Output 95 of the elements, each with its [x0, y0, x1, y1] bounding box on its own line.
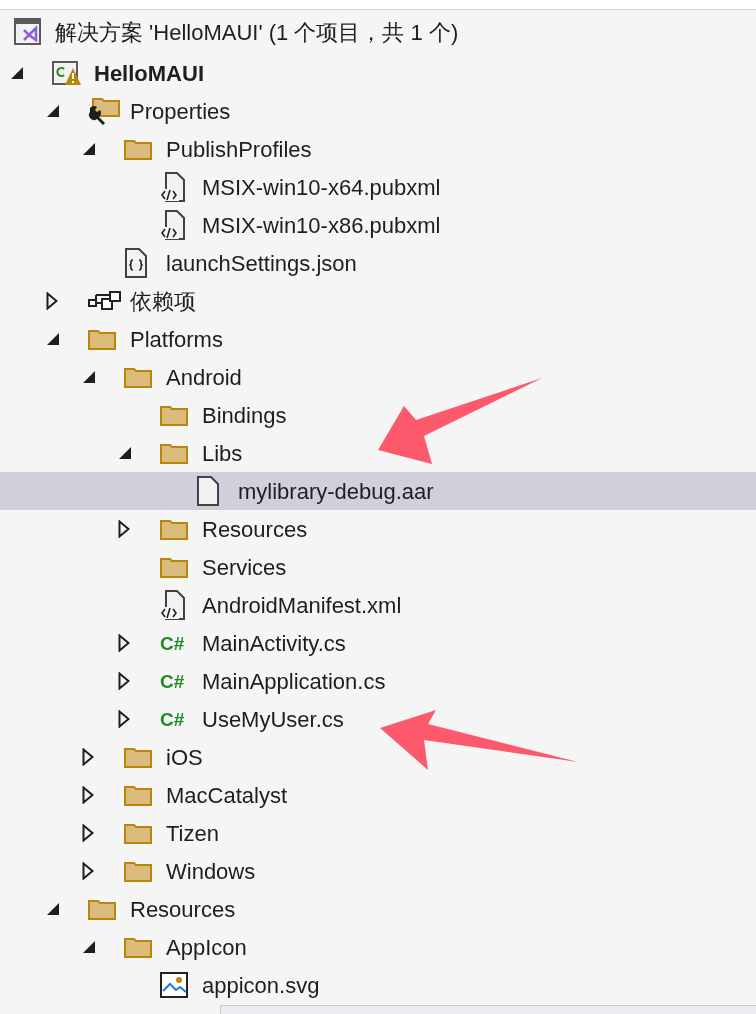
tree-row[interactable]: Services — [0, 548, 756, 586]
folder-icon — [88, 898, 116, 920]
tree-label: Libs — [202, 439, 243, 468]
tree-label: launchSettings.json — [166, 249, 357, 278]
tree-row[interactable]: C# MainActivity.cs — [0, 624, 756, 662]
expanded-caret-icon[interactable] — [82, 142, 96, 156]
tree-label: Windows — [166, 857, 256, 886]
folder-icon — [160, 404, 188, 426]
solution-row[interactable]: 解决方案 'HelloMAUI' (1 个项目，共 1 个) — [0, 10, 756, 54]
csharp-icon: C# — [160, 633, 185, 653]
json-file-icon — [124, 248, 148, 278]
solution-icon — [14, 18, 42, 46]
expanded-caret-icon[interactable] — [46, 104, 60, 118]
tree-row[interactable]: AppIcon — [0, 928, 756, 966]
tree-row[interactable]: Resources — [0, 510, 756, 548]
collapsed-caret-icon[interactable] — [118, 634, 130, 652]
expanded-caret-icon[interactable] — [82, 370, 96, 384]
tree-row[interactable]: HelloMAUI — [0, 54, 756, 92]
tree-label: MSIX-win10-x86.pubxml — [202, 211, 441, 240]
expanded-caret-icon[interactable] — [46, 902, 60, 916]
folder-icon — [124, 746, 152, 768]
folder-wrench-icon — [88, 97, 120, 125]
tree-label: Bindings — [202, 401, 287, 430]
tree-label: UseMyUser.cs — [202, 705, 344, 734]
expanded-caret-icon[interactable] — [46, 332, 60, 346]
tree-row[interactable]: 依赖项 — [0, 282, 756, 320]
code-file-icon — [160, 172, 186, 202]
tree-label: Resources — [202, 515, 308, 544]
folder-icon — [124, 784, 152, 806]
solution-label: 解决方案 'HelloMAUI' (1 个项目，共 1 个) — [55, 18, 459, 47]
tree-row[interactable]: PublishProfiles — [0, 130, 756, 168]
collapsed-caret-icon[interactable] — [46, 292, 58, 310]
tree-row[interactable]: Platforms — [0, 320, 756, 358]
collapsed-caret-icon[interactable] — [82, 862, 94, 880]
tree-row[interactable]: Android — [0, 358, 756, 396]
folder-icon — [160, 518, 188, 540]
tree-label: MacCatalyst — [166, 781, 288, 810]
tree-label: AppIcon — [166, 933, 247, 962]
tree-label: MainApplication.cs — [202, 667, 386, 696]
folder-icon — [124, 860, 152, 882]
tree-row[interactable]: MacCatalyst — [0, 776, 756, 814]
folder-icon — [160, 556, 188, 578]
tree-label: 依赖项 — [130, 287, 196, 316]
tree-row[interactable]: appicon.svg — [0, 966, 756, 1004]
tree-row[interactable]: Resources — [0, 890, 756, 928]
image-file-icon — [160, 972, 188, 998]
collapsed-caret-icon[interactable] — [118, 520, 130, 538]
tree-label: AndroidManifest.xml — [202, 591, 402, 620]
collapsed-caret-icon[interactable] — [82, 748, 94, 766]
tree-row[interactable]: Libs — [0, 434, 756, 472]
project-warning-icon — [52, 59, 82, 87]
collapsed-caret-icon[interactable] — [118, 672, 130, 690]
expanded-caret-icon[interactable] — [118, 446, 132, 460]
tree-row[interactable]: mylibrary-debug.aar — [0, 472, 756, 510]
tree-row[interactable]: MSIX-win10-x64.pubxml — [0, 168, 756, 206]
tree-label: mylibrary-debug.aar — [238, 477, 434, 506]
tree-label: appicon.svg — [202, 971, 320, 1000]
tree-row[interactable]: C# UseMyUser.cs — [0, 700, 756, 738]
csharp-icon: C# — [160, 709, 185, 729]
dependencies-icon — [88, 290, 122, 312]
code-file-icon — [160, 210, 186, 240]
tree-row[interactable]: launchSettings.json — [0, 244, 756, 282]
csharp-icon: C# — [160, 671, 185, 691]
expanded-caret-icon[interactable] — [82, 940, 96, 954]
folder-icon — [124, 822, 152, 844]
expanded-caret-icon[interactable] — [10, 66, 24, 80]
collapsed-caret-icon[interactable] — [118, 710, 130, 728]
tree-row[interactable]: Properties — [0, 92, 756, 130]
file-icon — [196, 476, 220, 506]
code-file-icon — [160, 590, 186, 620]
tree-label: MSIX-win10-x64.pubxml — [202, 173, 441, 202]
tree-label: Android — [166, 363, 242, 392]
tree-label: Services — [202, 553, 287, 582]
folder-icon — [160, 442, 188, 464]
tree-row[interactable]: MSIX-win10-x86.pubxml — [0, 206, 756, 244]
tree-label: MainActivity.cs — [202, 629, 346, 658]
tree-row[interactable]: AndroidManifest.xml — [0, 586, 756, 624]
tree-label: HelloMAUI — [94, 59, 204, 88]
tree-label: Properties — [130, 97, 231, 126]
tree-row[interactable]: Windows — [0, 852, 756, 890]
folder-icon — [88, 328, 116, 350]
tree-row[interactable]: Bindings — [0, 396, 756, 434]
tree-row[interactable]: iOS — [0, 738, 756, 776]
tree-row[interactable]: Tizen — [0, 814, 756, 852]
folder-icon — [124, 936, 152, 958]
folder-icon — [124, 366, 152, 388]
tree-label: Platforms — [130, 325, 223, 354]
folder-icon — [124, 138, 152, 160]
tree-label: Resources — [130, 895, 236, 924]
tree-label: iOS — [166, 743, 203, 772]
tree-label: Tizen — [166, 819, 219, 848]
tree-label: PublishProfiles — [166, 135, 312, 164]
tree-row[interactable]: C# MainApplication.cs — [0, 662, 756, 700]
collapsed-caret-icon[interactable] — [82, 786, 94, 804]
collapsed-caret-icon[interactable] — [82, 824, 94, 842]
